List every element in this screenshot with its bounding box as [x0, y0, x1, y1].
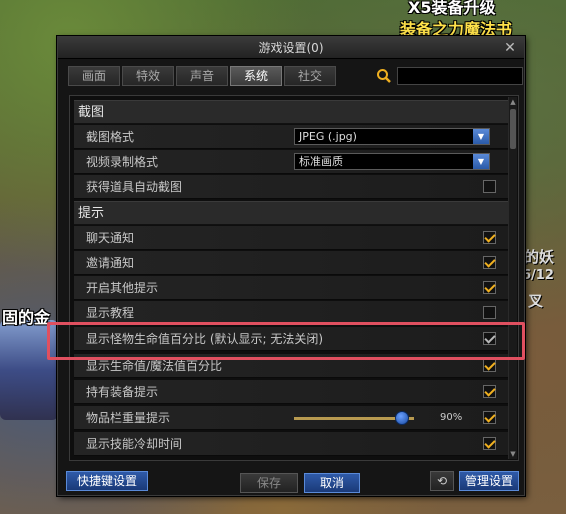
- video-format-dropdown[interactable]: 标准画质 ▼: [294, 153, 490, 170]
- setting-label: 开启其他提示: [86, 281, 159, 295]
- save-button[interactable]: 保存: [240, 473, 298, 493]
- screenshot-format-dropdown[interactable]: JPEG (.jpg) ▼: [294, 128, 490, 145]
- scroll-thumb[interactable]: [510, 109, 516, 149]
- setting-row-equipment-tips: 持有装备提示: [74, 380, 508, 404]
- tab-system[interactable]: 系统: [230, 66, 282, 86]
- setting-label: 邀请通知: [86, 256, 135, 270]
- cancel-button[interactable]: 取消: [304, 473, 360, 493]
- chevron-down-icon[interactable]: ▼: [473, 154, 489, 169]
- setting-row-inventory-weight: 物品栏重量提示 90%: [74, 406, 508, 430]
- setting-row-skill-cooldown: 显示技能冷却时间: [74, 432, 508, 456]
- dropdown-value: JPEG (.jpg): [299, 130, 357, 143]
- tab-effects[interactable]: 特效: [122, 66, 174, 86]
- setting-label: 获得道具自动截图: [86, 180, 183, 194]
- dialog-titlebar[interactable]: 游戏设置(0): [58, 37, 524, 59]
- equipment-tips-checkbox[interactable]: [483, 385, 496, 398]
- section-title: 提示: [78, 206, 105, 221]
- search-icon[interactable]: [376, 68, 392, 84]
- setting-label: 显示怪物生命值百分比 (默认显示; 无法关闭): [86, 332, 324, 346]
- scroll-down-icon[interactable]: ▼: [509, 449, 517, 459]
- hotkey-settings-button[interactable]: 快捷键设置: [66, 471, 148, 491]
- settings-scrollbar[interactable]: ▲ ▼: [508, 97, 517, 459]
- show-tutorial-checkbox[interactable]: [483, 306, 496, 319]
- search-input[interactable]: [397, 67, 523, 85]
- chevron-down-icon[interactable]: ▼: [473, 129, 489, 144]
- settings-dialog: 游戏设置(0) ✕ 画面 特效 声音 系统 社交 截图 截图格式 JPEG (.…: [57, 36, 525, 496]
- setting-label: 聊天通知: [86, 231, 135, 245]
- invite-notify-checkbox[interactable]: [483, 256, 496, 269]
- tab-bar: 画面 特效 声音 系统 社交: [68, 66, 336, 88]
- weight-slider-handle[interactable]: [395, 411, 409, 425]
- weight-slider-value: 90%: [440, 412, 463, 423]
- section-title: 截图: [78, 105, 105, 120]
- tab-sound[interactable]: 声音: [176, 66, 228, 86]
- inventory-weight-checkbox[interactable]: [483, 411, 496, 424]
- skill-cooldown-checkbox[interactable]: [483, 437, 496, 450]
- tab-social[interactable]: 社交: [284, 66, 336, 86]
- dialog-title: 游戏设置(0): [258, 41, 324, 55]
- hp-mp-percent-checkbox[interactable]: [483, 359, 496, 372]
- section-header-screenshot: 截图: [74, 100, 508, 124]
- setting-label: 显示教程: [86, 306, 135, 320]
- setting-row-monster-hp: 显示怪物生命值百分比 (默认显示; 无法关闭): [74, 327, 508, 351]
- setting-row-invite-notify: 邀请通知: [74, 251, 508, 275]
- setting-label: 视频录制格式: [86, 155, 159, 169]
- monster-hp-checkbox[interactable]: [483, 332, 496, 345]
- settings-panel: 截图 截图格式 JPEG (.jpg) ▼ 视频录制格式 标准画质 ▼ 获得道具…: [69, 95, 519, 461]
- setting-label: 显示生命值/魔法值百分比: [86, 359, 223, 373]
- close-icon[interactable]: ✕: [502, 40, 518, 56]
- setting-row-video-format: 视频录制格式 标准画质 ▼: [74, 150, 508, 174]
- tab-graphics[interactable]: 画面: [68, 66, 120, 86]
- setting-row-screenshot-format: 截图格式 JPEG (.jpg) ▼: [74, 125, 508, 149]
- setting-label: 显示技能冷却时间: [86, 437, 183, 451]
- bg-left-text: 固的金: [2, 308, 51, 327]
- bg-right-text-3: 叉: [528, 292, 544, 310]
- reset-icon[interactable]: ⟲: [430, 471, 454, 491]
- manage-settings-button[interactable]: 管理设置: [459, 471, 519, 491]
- scroll-up-icon[interactable]: ▲: [509, 97, 517, 107]
- setting-label: 物品栏重量提示: [86, 411, 171, 425]
- setting-row-show-tutorial: 显示教程: [74, 301, 508, 325]
- auto-screenshot-checkbox[interactable]: [483, 180, 496, 193]
- setting-label: 截图格式: [86, 130, 135, 144]
- setting-row-chat-notify: 聊天通知: [74, 226, 508, 250]
- treasure-chest-image: [0, 320, 58, 420]
- setting-label: 持有装备提示: [86, 385, 159, 399]
- setting-row-other-tips: 开启其他提示: [74, 276, 508, 300]
- bg-right-text-2: 6/12: [522, 268, 554, 283]
- other-tips-checkbox[interactable]: [483, 281, 496, 294]
- chat-notify-checkbox[interactable]: [483, 231, 496, 244]
- setting-row-hp-mp-percent: 显示生命值/魔法值百分比: [74, 354, 508, 378]
- dropdown-value: 标准画质: [299, 155, 343, 168]
- setting-row-auto-screenshot: 获得道具自动截图: [74, 175, 508, 199]
- section-header-tips: 提示: [74, 201, 508, 225]
- bg-right-text-1: 的妖: [524, 248, 555, 266]
